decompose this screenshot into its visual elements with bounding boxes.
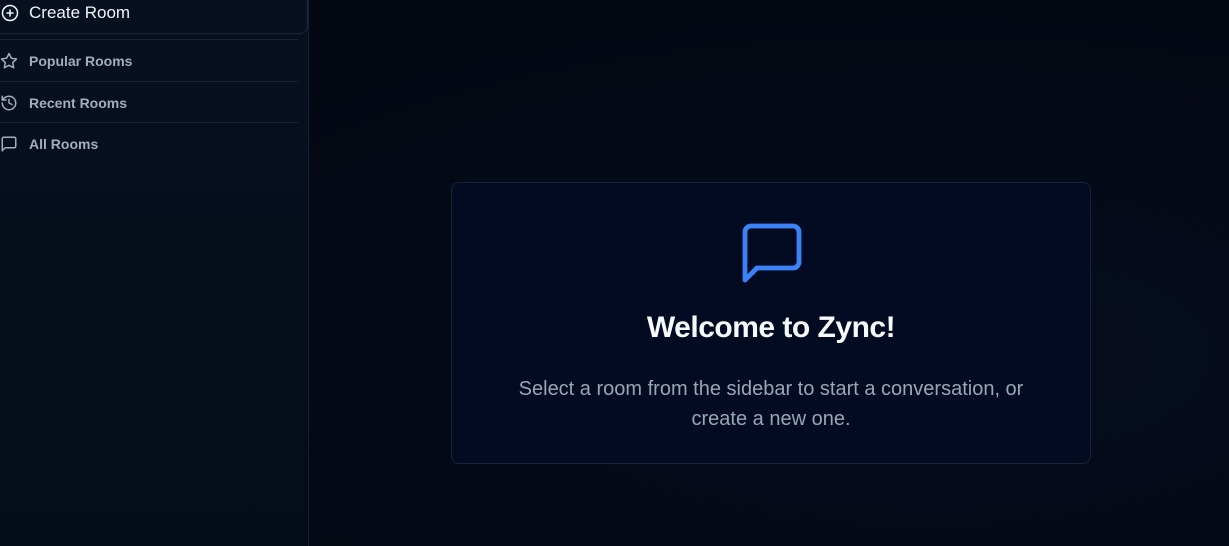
history-icon xyxy=(0,94,18,112)
sidebar-item-label: Popular Rooms xyxy=(29,52,133,69)
sidebar-item-popular-rooms[interactable]: Popular Rooms xyxy=(0,39,298,81)
sidebar-item-label: All Rooms xyxy=(29,135,99,152)
main-content: Welcome to Zync! Select a room from the … xyxy=(310,0,1229,546)
create-room-label: Create Room xyxy=(29,3,131,22)
app-window: Create Room Popular Rooms Recent Rooms A… xyxy=(0,0,1229,546)
message-square-icon xyxy=(736,217,808,289)
sidebar-item-all-rooms[interactable]: All Rooms xyxy=(0,122,298,164)
star-icon xyxy=(0,52,18,70)
sidebar-item-label: Recent Rooms xyxy=(29,94,128,111)
sidebar-item-recent-rooms[interactable]: Recent Rooms xyxy=(0,81,298,123)
plus-circle-icon xyxy=(1,4,19,22)
welcome-description: Select a room from the sidebar to start … xyxy=(518,378,1024,430)
chat-bubble-icon xyxy=(0,135,18,153)
welcome-card: Welcome to Zync! Select a room from the … xyxy=(451,182,1091,464)
welcome-title: Welcome to Zync! xyxy=(646,311,896,344)
create-room-button[interactable]: Create Room xyxy=(0,0,308,34)
sidebar: Create Room Popular Rooms Recent Rooms A… xyxy=(0,0,309,546)
